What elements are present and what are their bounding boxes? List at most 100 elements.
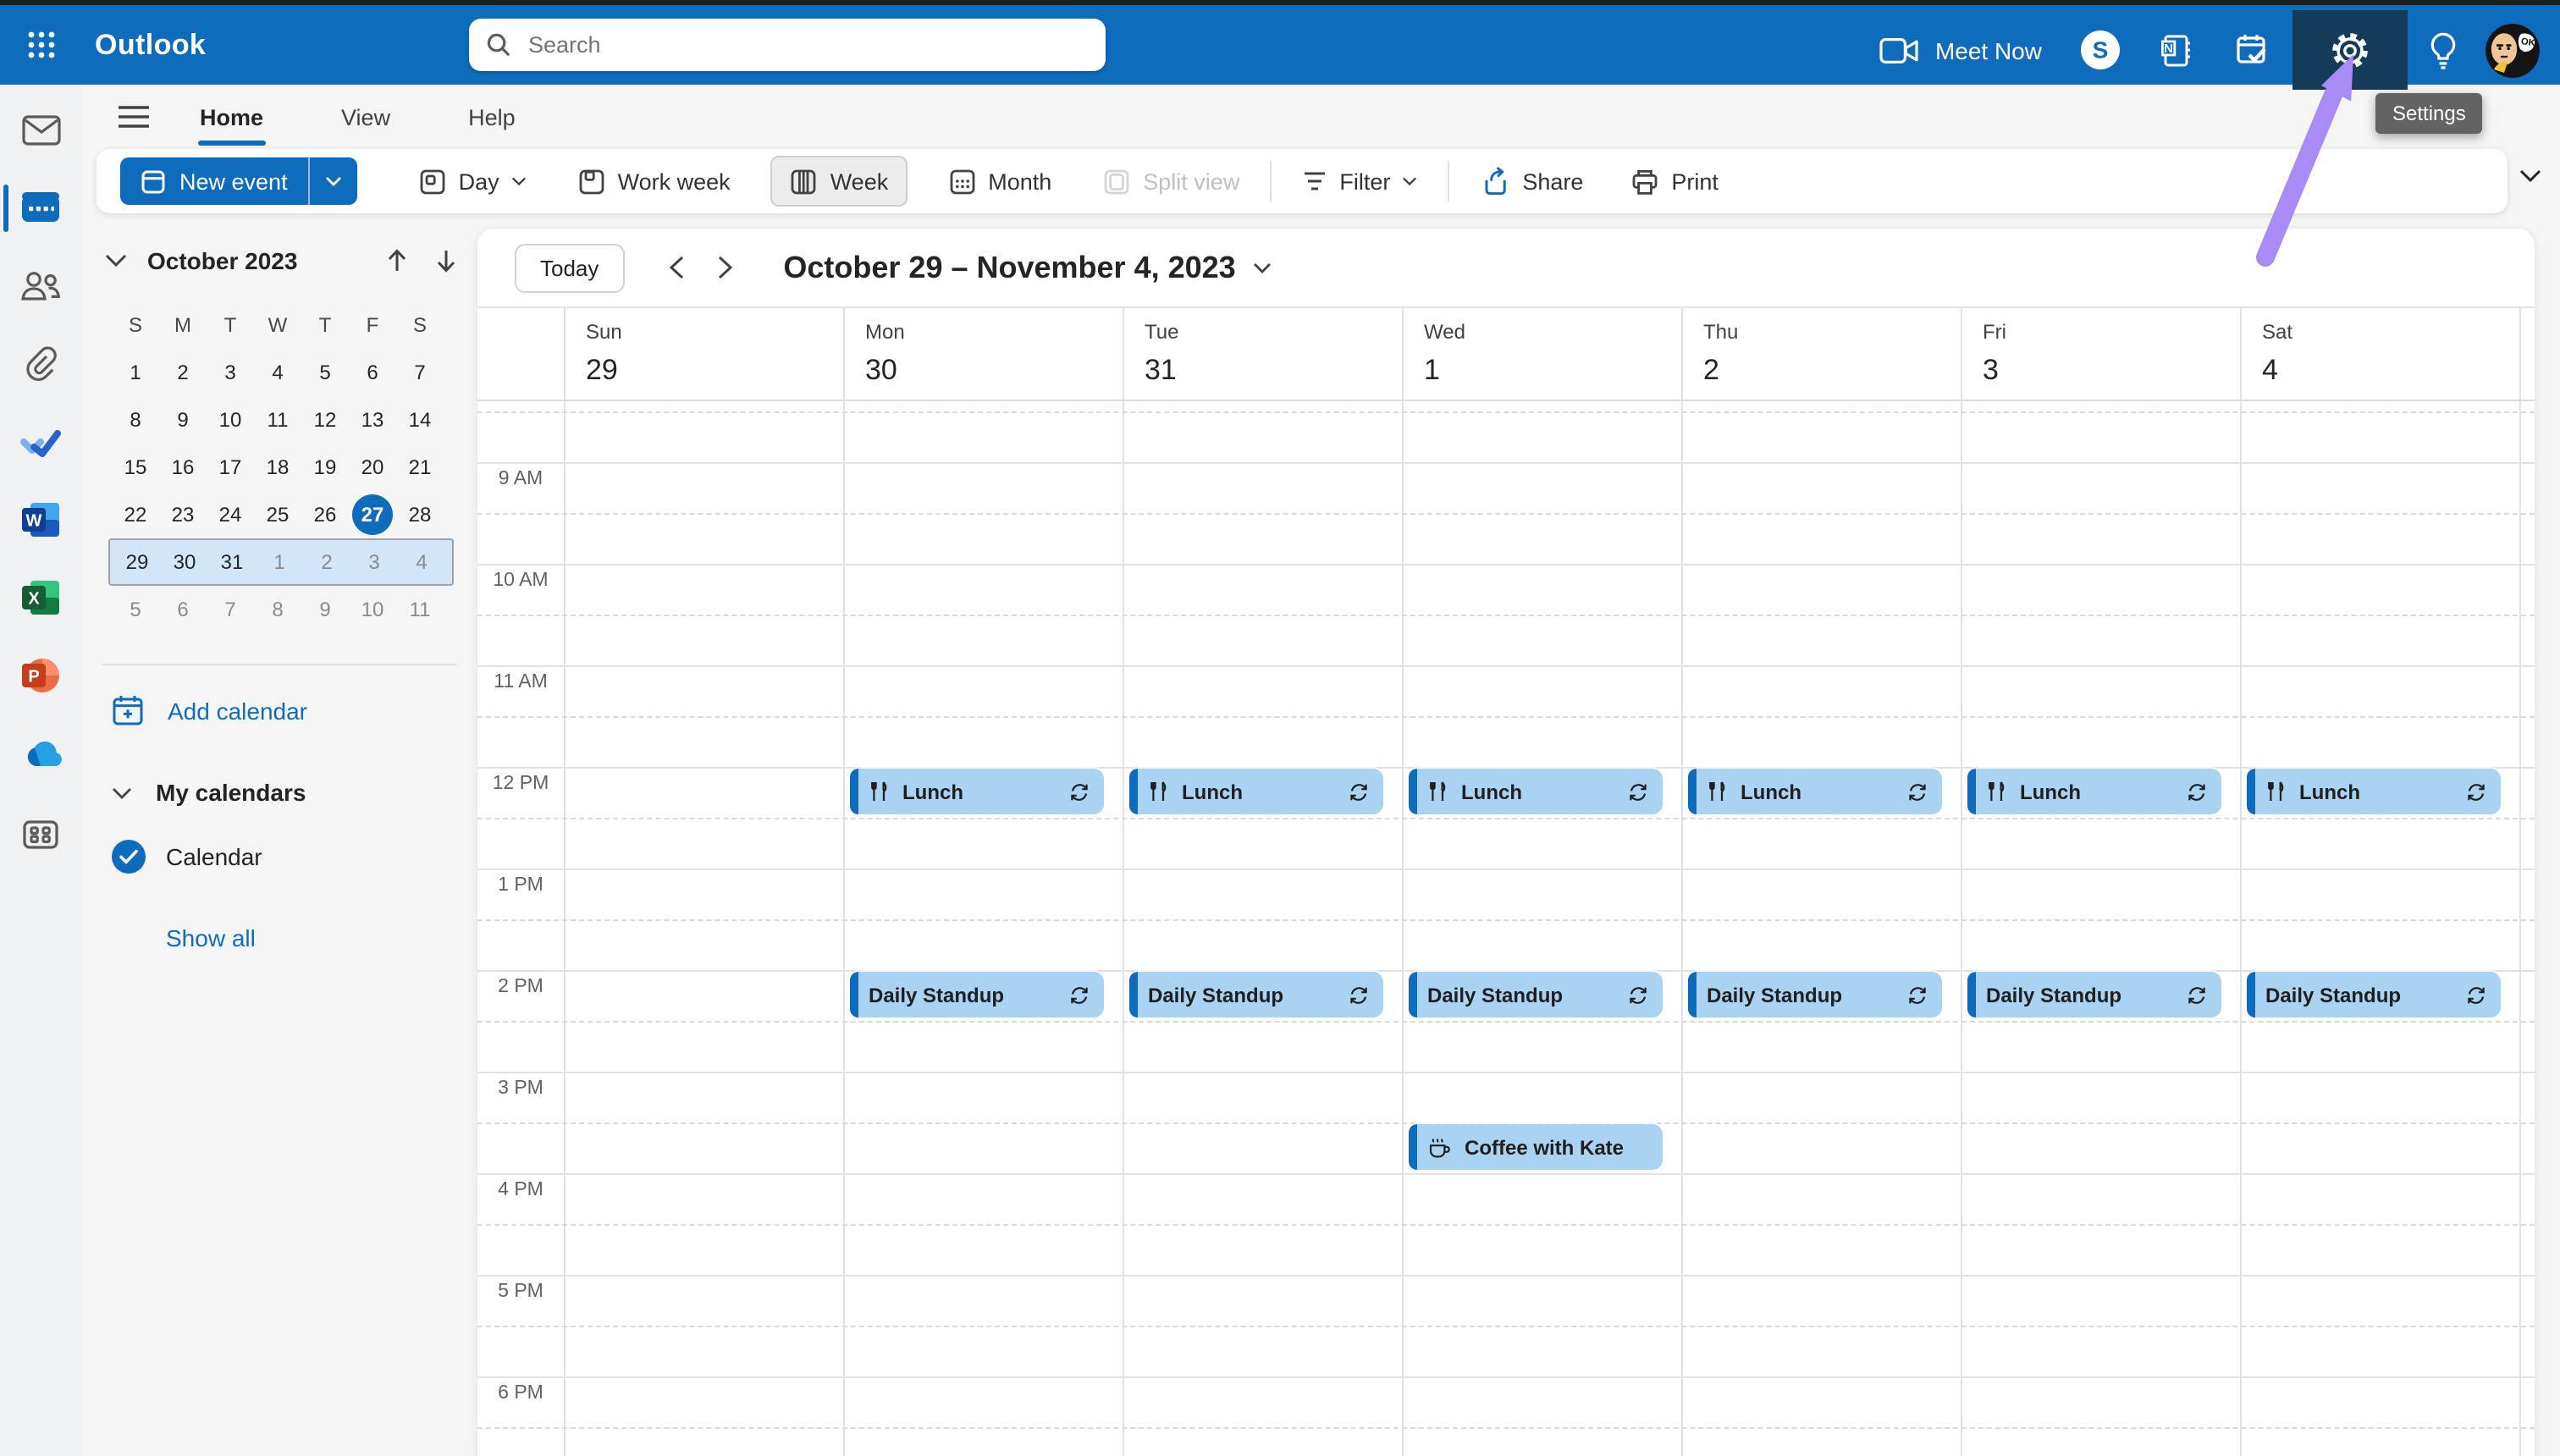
event-daily-standup[interactable]: Daily Standup (850, 972, 1104, 1018)
mini-day[interactable]: 10 (349, 598, 396, 621)
skype-button[interactable]: S (2061, 10, 2140, 90)
next-month-arrow-icon[interactable] (435, 249, 457, 273)
show-all-link[interactable]: Show all (166, 924, 256, 951)
mini-day[interactable]: 7 (396, 361, 444, 384)
event-lunch[interactable]: Lunch (2247, 769, 2501, 814)
rail-excel-button[interactable]: X (0, 559, 81, 637)
mini-day[interactable]: 25 (254, 503, 301, 527)
rail-word-button[interactable]: W (0, 481, 81, 559)
mini-day[interactable]: 22 (112, 503, 159, 527)
mini-day-selected[interactable]: 27 (349, 494, 396, 535)
mini-day[interactable]: 2 (159, 361, 207, 384)
day-header-sat[interactable]: Sat 4 (2240, 308, 2519, 401)
mini-day[interactable]: 24 (207, 503, 254, 527)
tab-home[interactable]: Home (176, 94, 287, 145)
view-work-week-button[interactable]: Work week (560, 157, 748, 205)
meet-now-button[interactable]: Meet Now (1861, 10, 2061, 90)
mini-day[interactable]: 5 (301, 361, 349, 384)
mini-day[interactable]: 29 (113, 550, 161, 574)
date-range-picker[interactable]: October 29 – November 4, 2023 (783, 250, 1271, 285)
time-grid[interactable]: 9 AM 10 AM 11 AM 12 PM 1 PM 2 PM 3 PM 4 … (477, 401, 2535, 1456)
mini-day[interactable]: 20 (349, 455, 396, 479)
collapse-month-chevron-icon[interactable] (105, 254, 127, 267)
event-lunch[interactable]: Lunch (1409, 769, 1663, 814)
rail-more-apps-button[interactable] (0, 796, 81, 874)
view-week-button[interactable]: Week (770, 156, 908, 207)
my-calendars-section[interactable]: My calendars (112, 779, 306, 806)
day-header-fri[interactable]: Fri 3 (1961, 308, 2240, 401)
day-header-sun[interactable]: Sun 29 (564, 308, 843, 401)
mini-day[interactable]: 15 (112, 455, 159, 479)
search-bar[interactable] (469, 19, 1106, 71)
event-daily-standup[interactable]: Daily Standup (2247, 972, 2501, 1018)
event-lunch[interactable]: Lunch (850, 769, 1104, 814)
mini-day[interactable]: 17 (207, 455, 254, 479)
next-week-chevron-icon[interactable] (717, 256, 732, 279)
event-lunch[interactable]: Lunch (1688, 769, 1942, 814)
day-header-mon[interactable]: Mon 30 (843, 308, 1123, 401)
mini-day[interactable]: 11 (396, 598, 444, 621)
mini-day[interactable]: 8 (254, 598, 301, 621)
hamburger-menu-icon[interactable] (119, 105, 149, 129)
event-daily-standup[interactable]: Daily Standup (1688, 972, 1942, 1018)
mini-day[interactable]: 18 (254, 455, 301, 479)
event-daily-standup[interactable]: Daily Standup (1409, 972, 1663, 1018)
mini-day[interactable]: 14 (396, 408, 444, 432)
mini-day[interactable]: 4 (398, 550, 445, 574)
event-coffee-with-kate[interactable]: Coffee with Kate (1409, 1124, 1663, 1170)
mini-day[interactable]: 5 (112, 598, 159, 621)
today-button[interactable]: Today (515, 243, 625, 292)
calendar-list-item[interactable]: Calendar (112, 840, 262, 874)
print-button[interactable]: Print (1614, 157, 1735, 205)
mini-day[interactable]: 3 (207, 361, 254, 384)
rail-calendar-button[interactable] (0, 169, 81, 247)
event-lunch[interactable]: Lunch (1967, 769, 2221, 814)
event-daily-standup[interactable]: Daily Standup (1967, 972, 2221, 1018)
rail-todo-button[interactable] (0, 403, 81, 481)
mini-day[interactable]: 28 (396, 503, 444, 527)
filter-button[interactable]: Filter (1285, 157, 1434, 205)
rail-people-button[interactable] (0, 247, 81, 325)
add-calendar-button[interactable]: Add calendar (112, 694, 307, 726)
mini-day[interactable]: 16 (159, 455, 207, 479)
tips-button[interactable] (2408, 10, 2479, 90)
rail-mail-button[interactable] (0, 91, 81, 169)
rail-onedrive-button[interactable] (0, 714, 81, 792)
rail-files-button[interactable] (0, 325, 81, 403)
checked-circle-icon[interactable] (112, 840, 146, 874)
mini-calendar-title[interactable]: October 2023 (147, 247, 386, 274)
account-avatar[interactable]: OK (2486, 23, 2540, 77)
mini-day[interactable]: 3 (350, 550, 398, 574)
my-day-button[interactable] (2215, 10, 2292, 90)
mini-day[interactable]: 12 (301, 408, 349, 432)
onenote-feed-button[interactable]: N (2140, 10, 2215, 90)
mini-day[interactable]: 31 (208, 550, 256, 574)
mini-day[interactable]: 23 (159, 503, 207, 527)
mini-day[interactable]: 11 (254, 408, 301, 432)
search-input[interactable] (525, 30, 1023, 59)
collapse-ribbon-chevron-icon[interactable] (2519, 169, 2541, 183)
mini-day[interactable]: 9 (159, 408, 207, 432)
view-month-button[interactable]: Month (930, 157, 1068, 205)
event-daily-standup[interactable]: Daily Standup (1129, 972, 1383, 1018)
app-launcher-button[interactable] (0, 5, 81, 85)
mini-day[interactable]: 30 (161, 550, 208, 574)
mini-day[interactable]: 6 (349, 361, 396, 384)
previous-week-chevron-icon[interactable] (668, 256, 683, 279)
mini-day[interactable]: 7 (207, 598, 254, 621)
event-lunch[interactable]: Lunch (1129, 769, 1383, 814)
rail-powerpoint-button[interactable]: P (0, 637, 81, 714)
tab-view[interactable]: View (317, 94, 414, 140)
mini-day[interactable]: 4 (254, 361, 301, 384)
mini-day[interactable]: 26 (301, 503, 349, 527)
mini-day[interactable]: 10 (207, 408, 254, 432)
mini-day[interactable]: 1 (112, 361, 159, 384)
mini-day[interactable]: 8 (112, 408, 159, 432)
day-header-tue[interactable]: Tue 31 (1123, 308, 1402, 401)
day-header-thu[interactable]: Thu 2 (1681, 308, 1961, 401)
prev-month-arrow-icon[interactable] (386, 249, 408, 273)
mini-day[interactable]: 21 (396, 455, 444, 479)
tab-help[interactable]: Help (444, 94, 539, 140)
mini-day[interactable]: 19 (301, 455, 349, 479)
settings-button[interactable] (2292, 10, 2408, 90)
